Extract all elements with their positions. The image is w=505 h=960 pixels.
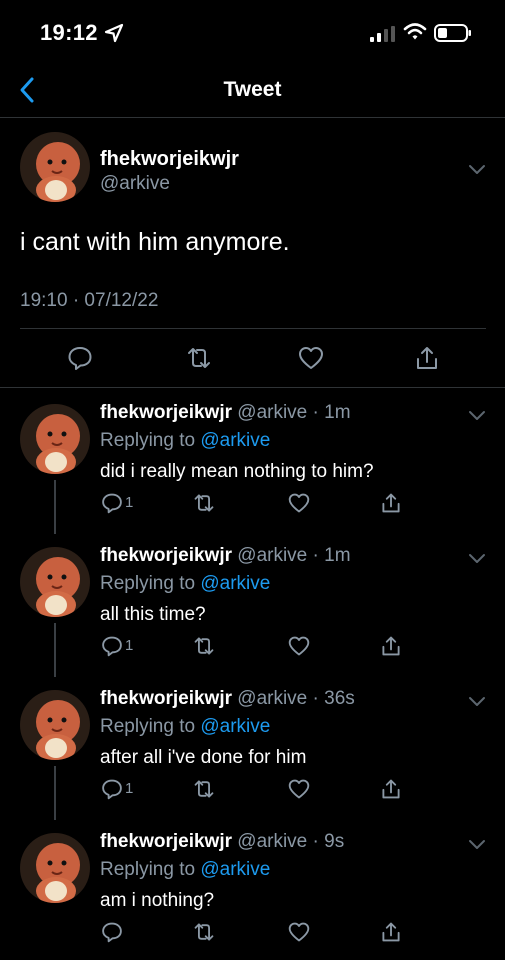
retweet-icon[interactable] [193, 492, 215, 514]
share-icon[interactable] [380, 635, 402, 657]
wifi-icon [403, 23, 427, 40]
reply-icon[interactable] [101, 778, 123, 800]
reply-tweet[interactable]: fhekworjeikwjr @arkive · 36s Replying to… [0, 674, 505, 820]
reply-author-name[interactable]: fhekworjeikwjr [100, 545, 232, 566]
replying-to-label: Replying to [100, 716, 201, 737]
reply-count: 1 [125, 780, 134, 797]
avatar[interactable] [20, 547, 90, 617]
tweet-timestamp: 19:10 · 07/12/22 [20, 290, 159, 311]
author-handle[interactable]: @arkive [100, 173, 170, 195]
avatar[interactable] [20, 132, 90, 202]
status-time: 19:12 [40, 20, 98, 45]
reply-handle-time: @arkive · 9s [237, 831, 345, 852]
replying-to-label: Replying to [100, 430, 201, 451]
replying-to: Replying to @arkive [100, 573, 270, 595]
like-icon[interactable] [288, 921, 310, 943]
share-icon[interactable] [380, 921, 402, 943]
share-icon[interactable] [414, 345, 440, 371]
like-icon[interactable] [288, 492, 310, 514]
avatar[interactable] [20, 833, 90, 903]
replying-to: Replying to @arkive [100, 430, 270, 452]
retweet-icon[interactable] [193, 635, 215, 657]
avatar[interactable] [20, 690, 90, 760]
reply-icon[interactable] [101, 492, 123, 514]
like-icon[interactable] [288, 778, 310, 800]
divider [20, 328, 486, 329]
retweet-icon[interactable] [186, 345, 212, 371]
chevron-down-icon[interactable] [468, 553, 486, 565]
reply-tweet[interactable]: fhekworjeikwjr @arkive · 1m Replying to … [0, 388, 505, 534]
reply-text: did i really mean nothing to him? [100, 461, 374, 482]
mention-link[interactable]: @arkive [200, 859, 270, 880]
retweet-icon[interactable] [193, 921, 215, 943]
reply-text: after all i've done for him [100, 747, 307, 768]
reply-text: all this time? [100, 604, 206, 625]
replying-to-label: Replying to [100, 859, 201, 880]
replying-to-label: Replying to [100, 573, 201, 594]
mention-link[interactable]: @arkive [200, 430, 270, 451]
cellular-signal-icon [370, 26, 395, 42]
reply-icon[interactable] [67, 345, 93, 371]
thread-connector-line [54, 766, 56, 820]
chevron-down-icon[interactable] [468, 839, 486, 851]
like-icon[interactable] [288, 635, 310, 657]
mention-link[interactable]: @arkive [200, 573, 270, 594]
replying-to: Replying to @arkive [100, 716, 270, 738]
reply-tweet[interactable]: fhekworjeikwjr @arkive · 9s Replying to … [0, 817, 505, 960]
status-bar: 19:12 [0, 0, 505, 64]
nav-bar: Tweet [0, 64, 505, 118]
like-icon[interactable] [298, 345, 324, 371]
location-arrow-icon [104, 23, 124, 43]
page-title: Tweet [223, 78, 282, 101]
tweet-text: i cant with him anymore. [20, 228, 290, 256]
reply-handle-time: @arkive · 36s [237, 688, 355, 709]
reply-author-name[interactable]: fhekworjeikwjr [100, 688, 232, 709]
chevron-down-icon[interactable] [468, 696, 486, 708]
reply-count: 1 [125, 494, 134, 511]
retweet-icon[interactable] [193, 778, 215, 800]
chevron-down-icon[interactable] [468, 164, 486, 176]
reply-text: am i nothing? [100, 890, 215, 911]
chevron-down-icon[interactable] [468, 410, 486, 422]
reply-handle-time: @arkive · 1m [237, 545, 351, 566]
avatar[interactable] [20, 404, 90, 474]
mention-link[interactable]: @arkive [200, 716, 270, 737]
reply-author-name[interactable]: fhekworjeikwjr [100, 831, 232, 852]
reply-count: 1 [125, 637, 134, 654]
replying-to: Replying to @arkive [100, 859, 270, 881]
reply-handle-time: @arkive · 1m [237, 402, 351, 423]
author-name[interactable]: fhekworjeikwjr [100, 148, 239, 171]
share-icon[interactable] [380, 492, 402, 514]
thread-connector-line [54, 480, 56, 534]
reply-icon[interactable] [101, 921, 123, 943]
share-icon[interactable] [380, 778, 402, 800]
reply-tweet[interactable]: fhekworjeikwjr @arkive · 1m Replying to … [0, 531, 505, 677]
thread-connector-line [54, 623, 56, 677]
battery-icon [434, 24, 471, 42]
reply-icon[interactable] [101, 635, 123, 657]
reply-author-name[interactable]: fhekworjeikwjr [100, 402, 232, 423]
